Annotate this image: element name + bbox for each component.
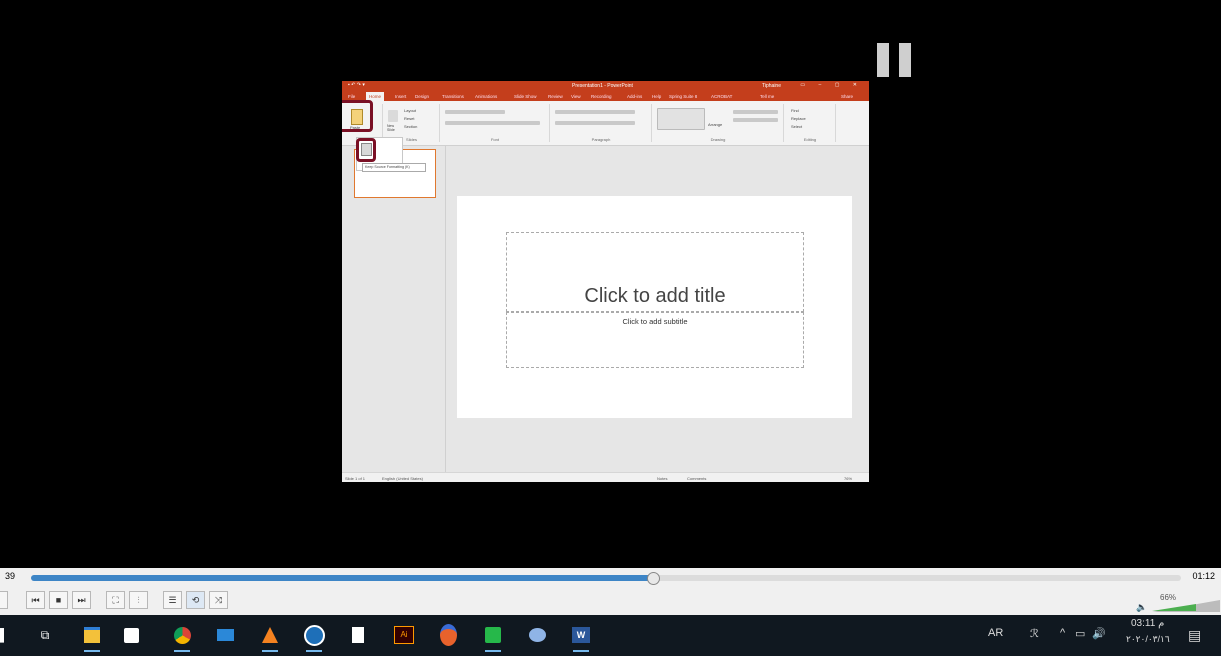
tab-tell-me: Tell me [760, 94, 775, 99]
font-group-label: Font [490, 137, 499, 142]
seek-bar[interactable] [31, 572, 1181, 585]
window-controls: ▭ – ▢ ✕ [800, 82, 863, 88]
seek-bar-progress [31, 575, 652, 581]
store-icon[interactable] [120, 624, 142, 646]
seek-knob[interactable] [647, 572, 660, 585]
tab-share: Share [841, 94, 854, 99]
subtitle-placeholder-text: Click to add subtitle [622, 317, 688, 326]
ppt-title-bar: ▪ ↶ ↷ ▾ Presentation1 - PowerPoint Tipha… [342, 81, 869, 91]
status-zoom: 76% [844, 476, 853, 481]
next-button[interactable]: ⏭ [72, 591, 91, 609]
notepad-icon[interactable] [347, 624, 369, 646]
shuffle-button[interactable]: ⤨ [209, 591, 228, 609]
drawing-group: Arrange Drawing [653, 104, 784, 142]
notifications-icon[interactable]: ▤ [1188, 627, 1201, 644]
slide-thumbnails-panel [342, 146, 446, 472]
network-icon[interactable]: ▭ [1075, 627, 1085, 640]
language-indicator[interactable]: AR [988, 627, 1003, 639]
status-comments: Comments [687, 476, 707, 481]
quick-access-toolbar: ▪ ↶ ↷ ▾ [348, 82, 365, 88]
stop-button[interactable]: ■ [49, 591, 68, 609]
slide-canvas: Click to add title Click to add subtitle [457, 196, 852, 418]
section-command: Section [404, 124, 418, 129]
tab-help: Help [652, 94, 662, 99]
vlc-icon[interactable] [259, 624, 281, 652]
title-placeholder-text: Click to add title [584, 285, 726, 307]
arrange-label: Arrange [708, 122, 723, 127]
volume-tray-icon[interactable]: 🔊 [1092, 627, 1106, 640]
editing-group-label: Editing [803, 137, 817, 142]
tab-review: Review [548, 94, 563, 99]
tab-animations: Animations [475, 94, 498, 99]
subtitle-placeholder: Click to add subtitle [506, 312, 804, 368]
tab-transitions: Transitions [442, 94, 464, 99]
tab-acrobat: ACROBAT [711, 94, 733, 99]
fullscreen-button[interactable]: ⛶ [106, 591, 125, 609]
keep-source-highlight [356, 138, 376, 162]
people-icon[interactable]: ℛ [1030, 627, 1039, 640]
status-slide: Slide 1 of 1 [345, 476, 366, 481]
shapes-gallery [657, 108, 705, 130]
previous-button[interactable]: ⏮ [26, 591, 45, 609]
elapsed-time: 39 [5, 571, 16, 581]
mail-icon[interactable] [214, 624, 236, 646]
tab-recording: Recording [591, 94, 612, 99]
start-button[interactable]: ▌ [0, 624, 8, 646]
editing-group: Find Replace Select Editing [785, 104, 836, 142]
paragraph-group-label: Paragraph [591, 137, 611, 142]
ppt-ribbon-tabs: File Home Insert Design Transitions Anim… [342, 91, 869, 101]
loop-button[interactable]: ⟲ [186, 591, 205, 609]
ppt-window-title: Presentation1 - PowerPoint [572, 83, 633, 89]
title-placeholder: Click to add title [506, 232, 804, 312]
paste-tooltip: Keep Source Formatting (K) [362, 163, 426, 172]
find-command: Find [791, 108, 799, 113]
paint-icon[interactable] [526, 624, 548, 646]
clock-time[interactable]: 03:11 م [1131, 618, 1164, 629]
new-slide-icon [388, 110, 398, 122]
tab-slide-show: Slide Show [514, 94, 537, 99]
powerpoint-window: ▪ ↶ ↷ ▾ Presentation1 - PowerPoint Tipha… [342, 81, 869, 482]
paragraph-group: Paragraph [551, 104, 652, 142]
tab-file: File [348, 94, 356, 99]
extended-settings-button[interactable]: ⫶ [129, 591, 148, 609]
speaker-icon[interactable]: 🔈 [1136, 602, 1147, 613]
illustrator-icon[interactable]: Ai [393, 624, 415, 646]
total-time: 01:12 [1192, 571, 1215, 581]
playlist-button[interactable]: ☰ [163, 591, 182, 609]
status-language: English (United States) [382, 476, 423, 481]
show-hidden-icons-icon[interactable]: ^ [1060, 627, 1065, 639]
layout-command: Layout [404, 108, 417, 113]
tab-add-ins: Add-ins [627, 94, 643, 99]
new-slide-label: New Slide [387, 124, 395, 132]
clock-date[interactable]: ٢٠٢٠/٠٣/١٦ [1126, 634, 1170, 645]
select-command: Select [791, 124, 803, 129]
pause-indicator-icon [877, 43, 917, 77]
video-area[interactable]: ▪ ↶ ↷ ▾ Presentation1 - PowerPoint Tipha… [0, 0, 1221, 568]
tab-design: Design [415, 94, 430, 99]
vlc-controls: 39 01:12 ⏮ ■ ⏭ ⛶ ⫶ ☰ ⟲ ⤨ 🔈 66% [0, 568, 1221, 615]
paste-highlight [342, 100, 373, 132]
ppt-user-name: Tiphaine [762, 83, 781, 89]
app-orange-icon[interactable] [437, 624, 459, 646]
tab-view: View [571, 94, 581, 99]
ppt-status-bar: Slide 1 of 1 English (United States) Not… [342, 472, 869, 482]
volume-level [1152, 604, 1196, 612]
chrome-icon[interactable] [171, 624, 193, 652]
ppt-ribbon: Paste New Slide Layout Reset Section Sli… [342, 101, 869, 146]
app-circle-icon[interactable] [303, 624, 325, 652]
tab-insert: Insert [395, 94, 407, 99]
status-notes: Notes [657, 476, 668, 481]
camtasia-icon[interactable] [482, 624, 504, 652]
task-view-icon[interactable]: ⧉ [34, 624, 56, 646]
reset-command: Reset [404, 116, 415, 121]
tab-spring-suite: Spring Suite 8 [669, 94, 698, 99]
windows-taskbar: ▌ ⧉ Ai W AR ℛ ^ ▭ 🔊 03:11 م ٢٠٢٠/٠٣/١٦ ▤ [0, 615, 1221, 656]
drawing-group-label: Drawing [710, 137, 726, 142]
word-icon[interactable]: W [570, 624, 592, 652]
font-group: Font [441, 104, 550, 142]
file-explorer-icon[interactable] [81, 624, 103, 652]
play-button[interactable] [0, 591, 8, 609]
replace-command: Replace [791, 116, 806, 121]
